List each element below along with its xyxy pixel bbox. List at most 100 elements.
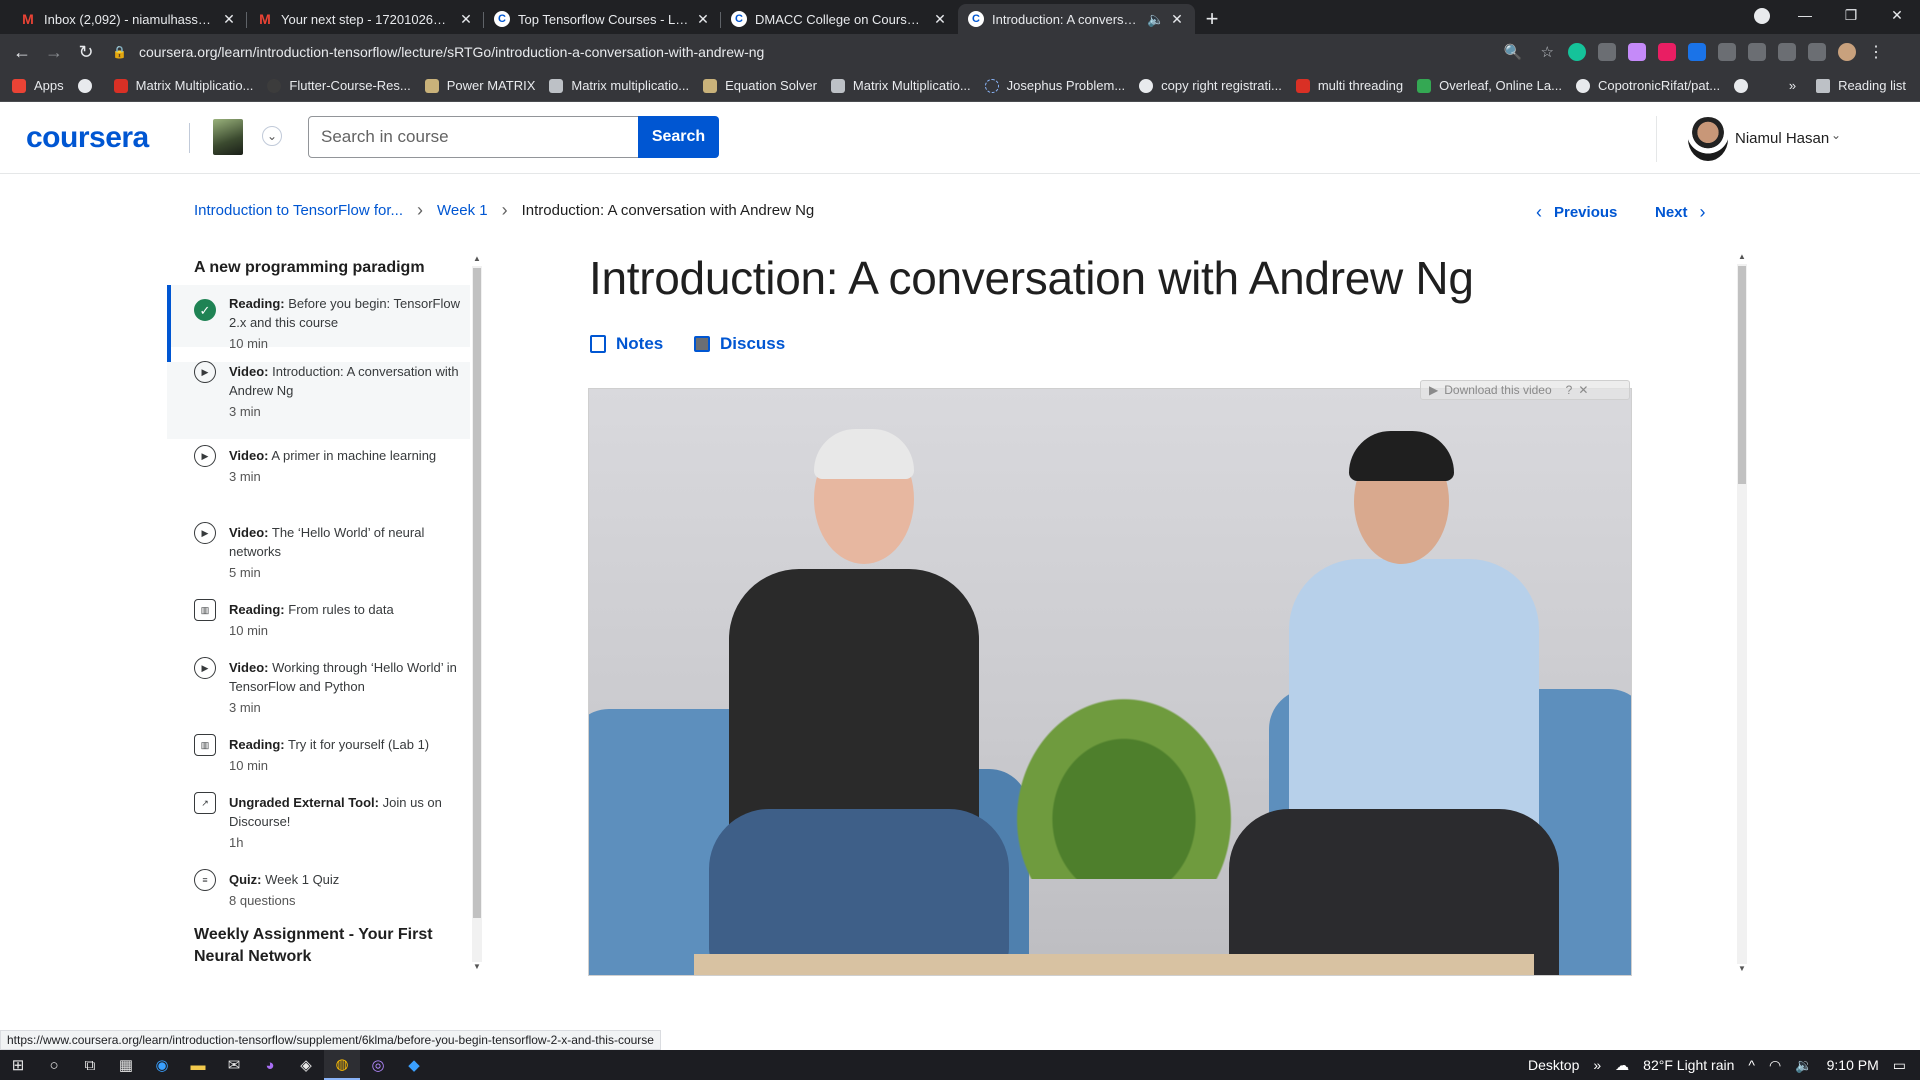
browser-tab[interactable]: M Your next step - 17201026@uap- ✕ [247,4,484,34]
search-input[interactable]: Search in course [308,116,639,158]
close-window-icon[interactable]: ✕ [1874,7,1920,24]
mail-icon[interactable]: ✉ [216,1050,252,1080]
sidebar-item-current[interactable]: ▶ Video: Introduction: A conversation wi… [167,361,470,439]
bookmark-star-icon[interactable]: ☆ [1541,43,1554,61]
bookmark-item[interactable]: Matrix Multiplicatio... [830,78,971,93]
next-button[interactable]: Next › [1655,202,1706,223]
chevron-icon[interactable]: » [1593,1057,1601,1073]
pen-extension-icon[interactable] [1748,43,1766,61]
minimize-icon[interactable]: — [1782,7,1828,23]
bookmark-item[interactable]: copy right registrati... [1139,78,1282,93]
wifi-icon[interactable]: ◠ [1769,1057,1781,1074]
desktop-toolbar[interactable]: Desktop [1528,1057,1579,1073]
scroll-down-icon[interactable]: ▼ [473,962,481,971]
sidebar-item[interactable]: ↗ Ungraded External Tool: Join us on Dis… [167,792,470,852]
app-icon[interactable]: ◎ [360,1050,396,1080]
weather-text[interactable]: 82°F Light rain [1643,1057,1734,1073]
breadcrumb-course[interactable]: Introduction to TensorFlow for... [194,202,403,219]
extension-icon[interactable] [1718,43,1736,61]
breadcrumb-week[interactable]: Week 1 [437,202,488,219]
close-tab-icon[interactable]: ✕ [221,11,237,28]
bookmark-item[interactable]: CopotronicRifat/pat... [1575,78,1720,93]
chevron-down-icon[interactable]: ⌄ [1831,128,1841,142]
lock-icon[interactable]: 🔒 [112,45,127,59]
sidebar-item[interactable]: ▶ Video: The ‘Hello World’ of neural net… [167,522,470,582]
bookmark-apps[interactable]: Apps [12,78,64,93]
sidebar-item[interactable]: ▶ Video: Working through ‘Hello World’ i… [167,657,470,717]
notes-button[interactable]: Notes [590,334,663,354]
bookmark-item[interactable]: Equation Solver [703,78,817,93]
zoom-icon[interactable]: 🔍 [1504,43,1523,61]
notification-icon[interactable]: ▭ [1893,1057,1906,1074]
extension-icon[interactable] [1628,43,1646,61]
search-icon[interactable]: ○ [36,1050,72,1080]
scrollbar-thumb[interactable] [473,268,481,918]
sidebar-item[interactable]: ▥ Reading: Try it for yourself (Lab 1) 1… [167,734,470,775]
clock[interactable]: 9:10 PM [1827,1057,1879,1073]
bookmark-item[interactable]: Matrix Multiplicatio... [113,78,253,93]
close-tab-icon[interactable]: ✕ [1169,11,1185,28]
calculator-icon[interactable]: ▦ [108,1050,144,1080]
grammarly-icon[interactable] [1568,43,1586,61]
new-tab-button[interactable]: + [1195,4,1229,34]
browser-tab[interactable]: M Inbox (2,092) - niamulhassan64@ ✕ [10,4,247,34]
chrome-icon[interactable]: ◍ [324,1050,360,1080]
sidebar-item[interactable]: ✓ Reading: Before you begin: TensorFlow … [167,285,470,351]
more-bookmarks-icon[interactable]: » [1789,78,1796,93]
bookmark-item[interactable]: Matrix multiplicatio... [549,78,689,93]
browser-tab-active[interactable]: C Introduction: A conversatio 🔈 ✕ [958,4,1195,34]
edge-icon[interactable]: ◉ [144,1050,180,1080]
task-view-icon[interactable]: ⧉ [72,1050,108,1080]
file-explorer-icon[interactable]: ▬ [180,1050,216,1080]
extension-icon[interactable] [1658,43,1676,61]
download-extension-icon[interactable] [1688,43,1706,61]
close-tab-icon[interactable]: ✕ [458,11,474,28]
camera-extension-icon[interactable] [1598,43,1616,61]
windows-start-icon[interactable]: ⊞ [0,1050,36,1080]
menu-kebab-icon[interactable]: ⋮ [1868,42,1884,62]
close-tab-icon[interactable]: ✕ [695,11,711,28]
bookmark-item[interactable]: Power MATRIX [424,78,535,93]
sidebar-scrollbar[interactable]: ▲ ▼ [470,252,484,974]
bookmark-item[interactable] [77,78,100,93]
volume-icon[interactable]: 🔉 [1795,1057,1812,1074]
help-icon[interactable]: ? [1566,383,1573,397]
vscode-icon[interactable]: ◆ [396,1050,432,1080]
bookmark-item[interactable] [1734,78,1756,93]
forward-icon[interactable]: → [38,42,70,63]
messenger-icon[interactable]: ◕ [252,1050,288,1080]
close-tab-icon[interactable]: ✕ [932,11,948,28]
audio-icon[interactable]: 🔈 [1147,11,1164,28]
browser-tab[interactable]: C DMACC College on Coursera | Co ✕ [721,4,958,34]
reading-list-button[interactable]: Reading list [1816,78,1906,93]
scroll-up-icon[interactable]: ▲ [473,254,481,263]
bookmark-item[interactable]: Overleaf, Online La... [1417,78,1562,93]
media-control-icon[interactable] [1808,43,1826,61]
scroll-up-icon[interactable]: ▲ [1738,252,1746,261]
address-bar[interactable]: 🔒 coursera.org/learn/introduction-tensor… [112,38,1554,66]
back-icon[interactable]: ← [6,42,38,63]
tray-expand-icon[interactable]: ^ [1748,1057,1755,1073]
bookmark-item[interactable]: Josephus Problem... [984,78,1125,93]
game-icon[interactable]: ◈ [288,1050,324,1080]
tab-search-icon[interactable] [1754,8,1770,24]
course-thumbnail[interactable] [213,119,243,155]
restore-icon[interactable]: ❐ [1828,7,1874,24]
scrollbar-thumb[interactable] [1738,266,1746,484]
page-scrollbar[interactable]: ▲ ▼ [1735,252,1749,976]
bookmark-item[interactable]: Flutter-Course-Res... [267,78,411,93]
sidebar-item[interactable]: ▶ Video: A primer in machine learning 3 … [167,445,470,486]
sidebar-item[interactable]: ▥ Reading: From rules to data 10 min [167,599,470,640]
puzzle-icon[interactable] [1778,43,1796,61]
bookmark-item[interactable]: multi threading [1295,78,1403,93]
avatar[interactable] [1688,117,1728,161]
chevron-down-icon[interactable]: ⌄ [262,126,282,146]
search-button[interactable]: Search [638,116,719,158]
reload-icon[interactable]: ↻ [70,42,102,63]
coursera-logo[interactable]: coursera [26,121,149,155]
previous-button[interactable]: ‹ Previous [1536,202,1617,223]
close-icon[interactable]: ✕ [1578,383,1588,397]
download-video-button[interactable]: ▶ Download this video ? ✕ [1420,380,1630,400]
browser-tab[interactable]: C Top Tensorflow Courses - Learn T ✕ [484,4,721,34]
video-player[interactable] [588,388,1632,976]
